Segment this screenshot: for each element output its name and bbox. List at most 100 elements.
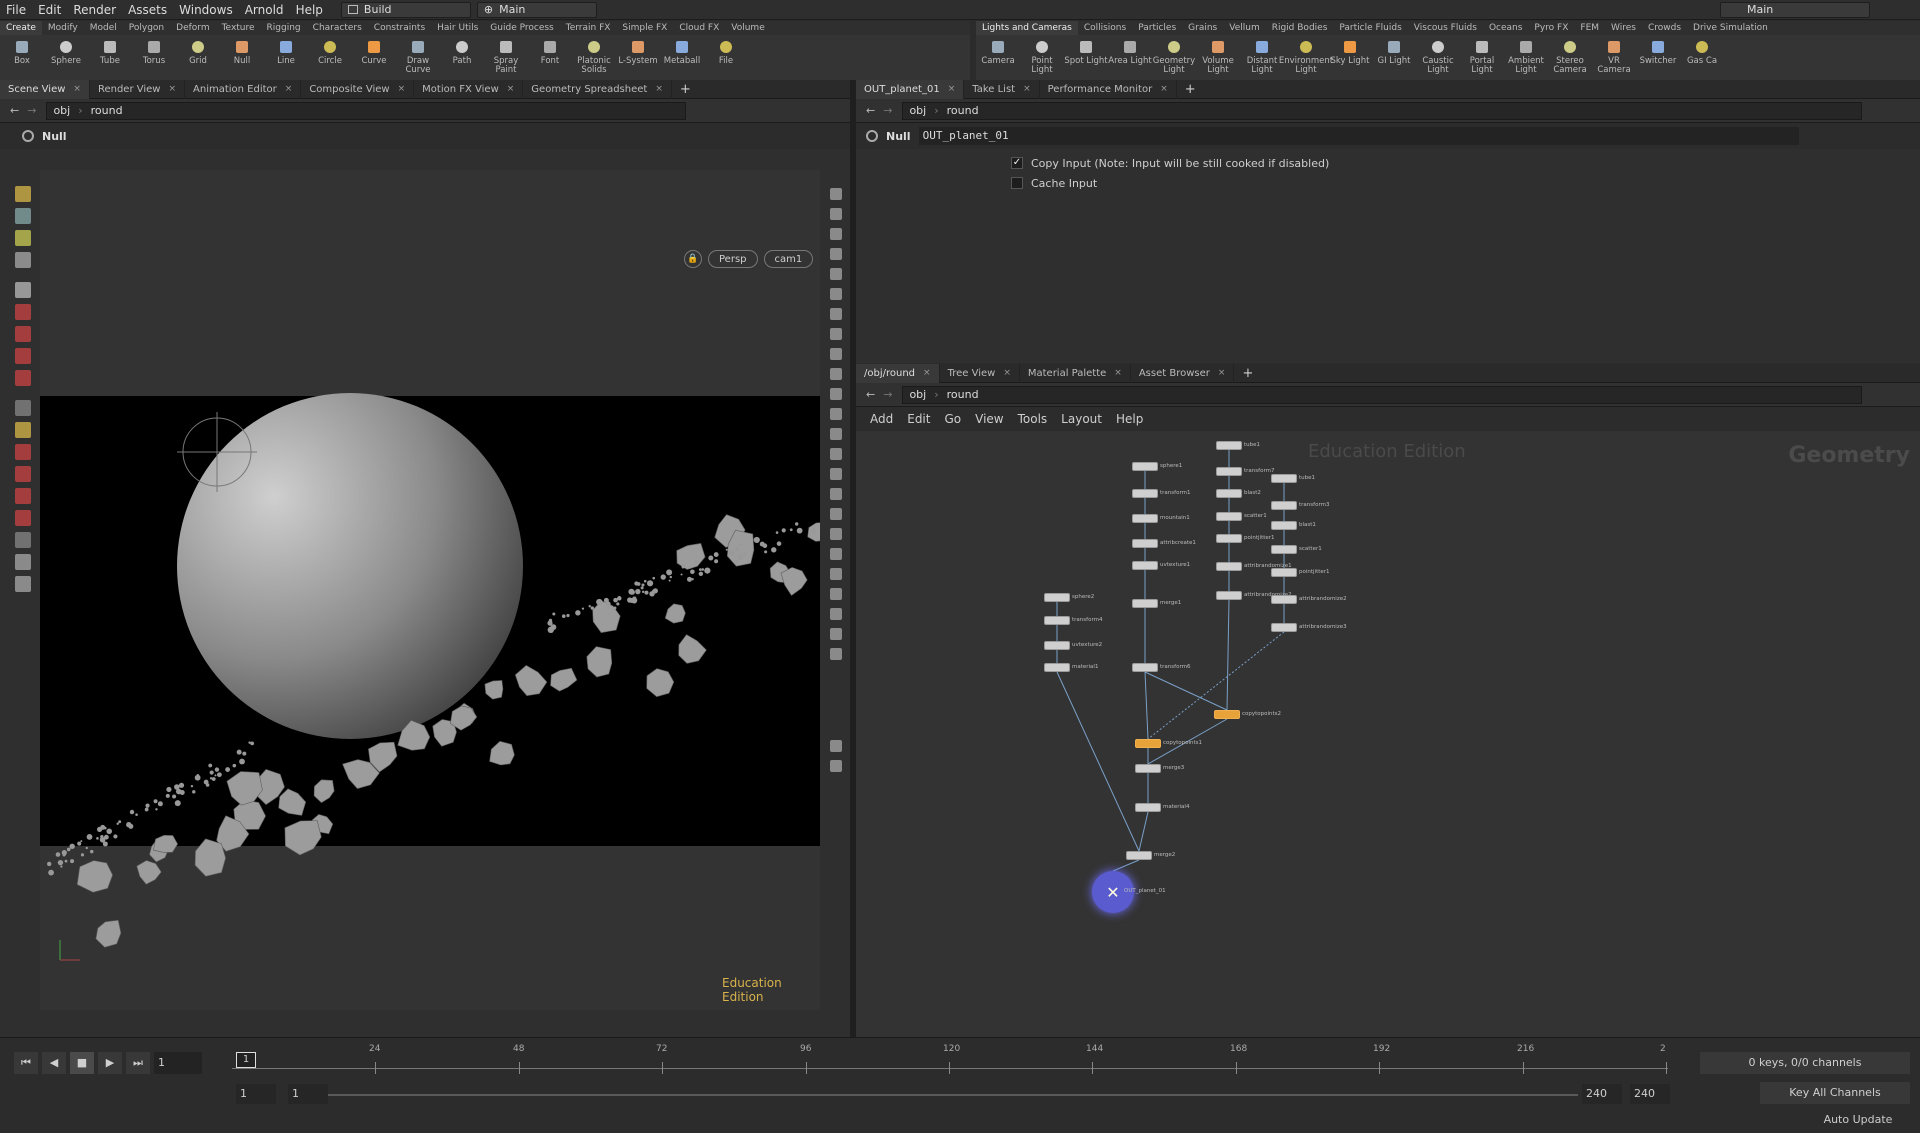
viewport-tool-16-icon[interactable] [15, 532, 31, 548]
play-icon[interactable]: ▶ [98, 1052, 122, 1074]
shelf-tab-create[interactable]: Create [0, 21, 42, 35]
tool-environment-light[interactable]: Environment Light [1279, 35, 1333, 75]
close-icon[interactable]: × [507, 84, 515, 94]
display-option-22-icon[interactable] [830, 608, 842, 620]
tab-tree-view[interactable]: Tree View × [940, 363, 1020, 383]
shelf-tab-drive-simulation[interactable]: Drive Simulation [1687, 21, 1774, 35]
param-path-field[interactable]: obj › round [902, 101, 1863, 120]
tool-spot-light[interactable]: Spot Light [1064, 35, 1108, 66]
node-sphere2[interactable] [1044, 593, 1070, 602]
node-tube1[interactable] [1216, 441, 1242, 450]
shelf-tab-wires[interactable]: Wires [1605, 21, 1642, 35]
node-blast1[interactable] [1271, 521, 1297, 530]
node-material1[interactable] [1044, 663, 1070, 672]
context-selector[interactable]: ⊕ Main [476, 1, 597, 18]
menu-arnold[interactable]: Arnold [239, 0, 290, 20]
path-root[interactable]: obj [53, 104, 70, 117]
tool-stereo-camera[interactable]: Stereo Camera [1548, 35, 1592, 75]
display-option-20-icon[interactable] [830, 568, 842, 580]
shelf-tab-pyro-fx[interactable]: Pyro FX [1528, 21, 1574, 35]
tool-torus[interactable]: Torus [132, 35, 176, 66]
tab-out-planet-01[interactable]: OUT_planet_01 × [856, 79, 965, 99]
close-icon[interactable]: × [655, 84, 663, 94]
node-transform6[interactable] [1132, 663, 1158, 672]
node-transform4[interactable] [1044, 616, 1070, 625]
display-option-6-icon[interactable] [830, 288, 842, 300]
viewport-tool-5-icon[interactable] [15, 282, 31, 298]
tool-distant-light[interactable]: Distant Light [1240, 35, 1284, 75]
tool-null[interactable]: Null [220, 35, 264, 66]
range-start2-field[interactable]: 1 [288, 1084, 328, 1104]
network-menu-layout[interactable]: Layout [1061, 412, 1102, 426]
display-option-17-icon[interactable] [830, 508, 842, 520]
network-menu-go[interactable]: Go [944, 412, 961, 426]
display-option-4-icon[interactable] [830, 248, 842, 260]
range-slider[interactable] [328, 1094, 1578, 1096]
display-option-24-icon[interactable] [830, 648, 842, 660]
shelf-tab-lights-and-cameras[interactable]: Lights and Cameras [976, 21, 1078, 35]
timeline-track[interactable]: 1 24 48 72 96 120 144 168 192 216 2 [232, 1044, 1668, 1078]
node-attribrandomize2[interactable] [1271, 595, 1297, 604]
node-sphere1[interactable] [1132, 462, 1158, 471]
network-path-field[interactable]: obj › round [902, 385, 1863, 404]
network-menu-edit[interactable]: Edit [907, 412, 930, 426]
frame-marker[interactable]: 1 [236, 1052, 256, 1068]
tool-gi-light[interactable]: GI Light [1372, 35, 1416, 66]
close-icon[interactable]: × [1160, 84, 1168, 94]
shelf-tab-collisions[interactable]: Collisions [1078, 21, 1132, 35]
tool-tube[interactable]: Tube [88, 35, 132, 66]
tool-ambient-light[interactable]: Ambient Light [1504, 35, 1548, 75]
tool-line[interactable]: Line [264, 35, 308, 66]
menu-help[interactable]: Help [290, 0, 329, 20]
viewport-tool-7-icon[interactable] [15, 326, 31, 342]
close-icon[interactable]: × [1003, 368, 1011, 378]
key-all-channels-button[interactable]: Key All Channels [1760, 1082, 1910, 1104]
tab-composite-view[interactable]: Composite View × [301, 79, 415, 99]
shelf-tab-modify[interactable]: Modify [42, 21, 84, 35]
tool-box[interactable]: Box [0, 35, 44, 66]
display-option-5-icon[interactable] [830, 268, 842, 280]
display-option-10-icon[interactable] [830, 368, 842, 380]
jump-start-icon[interactable]: ⏮ [14, 1052, 38, 1074]
node-name-field[interactable]: OUT_planet_01 [918, 127, 1799, 145]
tool-portal-light[interactable]: Portal Light [1460, 35, 1504, 75]
node-material4[interactable] [1135, 803, 1161, 812]
range-end-field[interactable]: 240 [1582, 1084, 1622, 1104]
display-option-2-icon[interactable] [830, 208, 842, 220]
net-forward-icon[interactable]: → [883, 388, 892, 401]
viewport-tool-6-icon[interactable] [15, 304, 31, 320]
tool-curve[interactable]: Curve [352, 35, 396, 66]
add-tab-icon[interactable]: + [1234, 366, 1261, 381]
param-path-node[interactable]: round [947, 104, 979, 117]
viewport-tool-1-icon[interactable] [15, 186, 31, 202]
display-option-14-icon[interactable] [830, 448, 842, 460]
step-back-icon[interactable]: ◀ [42, 1052, 66, 1074]
node-uvtexture1[interactable] [1132, 561, 1158, 570]
menu-assets[interactable]: Assets [122, 0, 173, 20]
display-option-25-icon[interactable] [830, 740, 842, 752]
tool-point-light[interactable]: Point Light [1020, 35, 1064, 75]
display-option-23-icon[interactable] [830, 628, 842, 640]
viewport-tool-12-icon[interactable] [15, 444, 31, 460]
tool-file[interactable]: File [704, 35, 748, 66]
close-icon[interactable]: × [1114, 368, 1122, 378]
tool-grid[interactable]: Grid [176, 35, 220, 66]
auto-update-button[interactable]: Auto Update [1808, 1110, 1908, 1130]
net-path-root[interactable]: obj [909, 388, 926, 401]
node-transform3[interactable] [1271, 501, 1297, 510]
param-forward-icon[interactable]: → [883, 104, 892, 117]
close-icon[interactable]: × [1218, 368, 1226, 378]
viewport-tool-2-icon[interactable] [15, 208, 31, 224]
tab-material-palette[interactable]: Material Palette × [1020, 363, 1131, 383]
viewport-tool-15-icon[interactable] [15, 510, 31, 526]
shelf-tab-volume[interactable]: Volume [725, 21, 770, 35]
close-icon[interactable]: × [1023, 84, 1031, 94]
display-option-12-icon[interactable] [830, 408, 842, 420]
node-mountain1[interactable] [1132, 514, 1158, 523]
shelf-tab-rigid-bodies[interactable]: Rigid Bodies [1266, 21, 1334, 35]
node-blast2[interactable] [1216, 489, 1242, 498]
shelf-tab-oceans[interactable]: Oceans [1483, 21, 1528, 35]
display-option-15-icon[interactable] [830, 468, 842, 480]
shelf-tab-deform[interactable]: Deform [170, 21, 215, 35]
tab-performance-monitor[interactable]: Performance Monitor × [1040, 79, 1177, 99]
